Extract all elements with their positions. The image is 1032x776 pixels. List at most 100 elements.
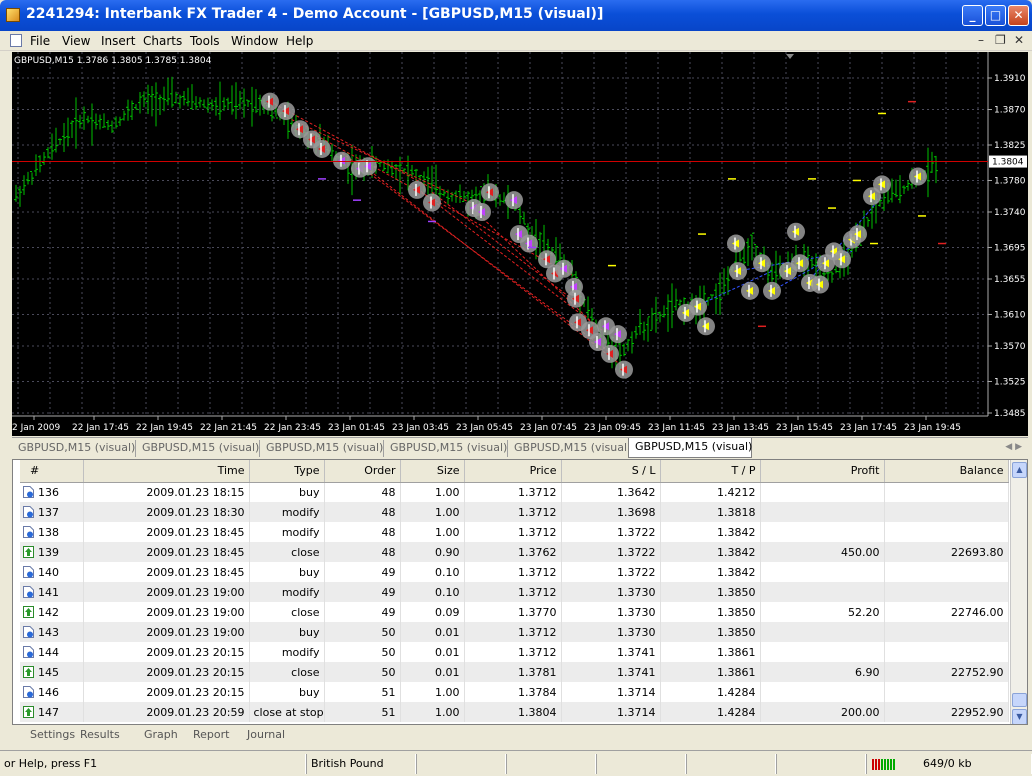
tab-report[interactable]: Report (193, 728, 229, 741)
chart-tab-6[interactable]: GBPUSD,M15 (visual) (628, 438, 752, 458)
tab-settings[interactable]: Settings (30, 728, 75, 741)
table-cell-balance (884, 582, 1009, 602)
chart-tab-1[interactable]: GBPUSD,M15 (visual) (12, 440, 136, 457)
table-row[interactable]: 140 2009.01.23 18:45 buy 49 0.10 1.3712 1.3722… (20, 562, 1009, 582)
table-cell-price: 1.3770 (464, 602, 562, 622)
table-cell-price: 1.3712 (464, 642, 562, 662)
table-cell-size: 0.90 (400, 542, 465, 562)
time-axis-label: 23 Jan 19:45 (904, 423, 961, 433)
table-cell-time: 2009.01.23 19:00 (83, 622, 250, 642)
table-row[interactable]: 143 2009.01.23 19:00 buy 50 0.01 1.3712 1.3730… (20, 622, 1009, 642)
table-cell-num: 146 (20, 682, 84, 702)
table-cell-size: 1.00 (400, 522, 465, 542)
tab-journal[interactable]: Journal (247, 728, 285, 741)
column-header[interactable]: T / P (660, 460, 761, 483)
table-row[interactable]: 146 2009.01.23 20:15 buy 51 1.00 1.3784 1.3714… (20, 682, 1009, 702)
table-cell-price: 1.3712 (464, 502, 562, 522)
table-cell-order: 50 (324, 642, 401, 662)
menu-insert[interactable]: Insert (101, 34, 135, 48)
table-cell-time: 2009.01.23 18:15 (83, 482, 250, 502)
table-row[interactable]: 138 2009.01.23 18:45 modify 48 1.00 1.3712 1.3… (20, 522, 1009, 542)
chart-info: GBPUSD,M15 1.3786 1.3805 1.3785 1.3804 (14, 56, 212, 66)
table-cell-time: 2009.01.23 19:00 (83, 582, 250, 602)
table-row[interactable]: 137 2009.01.23 18:30 modify 48 1.00 1.3712 1.3… (20, 502, 1009, 522)
menu-help[interactable]: Help (286, 34, 313, 48)
minimize-button[interactable]: _ (962, 5, 983, 26)
time-axis-label: 23 Jan 07:45 (520, 423, 577, 433)
current-price-label: 1.3804 (992, 158, 1024, 168)
mdi-restore-icon[interactable]: ❐ (995, 33, 1006, 47)
scroll-up-icon[interactable]: ▲ (1012, 462, 1027, 478)
table-cell-sl: 1.3741 (561, 662, 661, 682)
menu-tools[interactable]: Tools (190, 34, 220, 48)
close-button[interactable]: ✕ (1008, 5, 1029, 26)
chart-tab-3[interactable]: GBPUSD,M15 (visual) (260, 440, 384, 457)
tab-results[interactable]: Results (80, 728, 120, 741)
menu-view[interactable]: View (62, 34, 90, 48)
column-header[interactable]: Type (249, 460, 325, 483)
table-cell-profit (760, 682, 885, 702)
scroll-down-icon[interactable]: ▼ (1012, 709, 1027, 724)
table-cell-profit: 52.20 (760, 602, 885, 622)
scroll-thumb[interactable] (1012, 693, 1027, 707)
column-header[interactable]: Order (324, 460, 401, 483)
document-icon[interactable] (10, 34, 22, 47)
table-row[interactable]: 145 2009.01.23 20:15 close 50 0.01 1.3781 1.37… (20, 662, 1009, 682)
status-cell-7 (776, 754, 866, 774)
table-cell-order: 48 (324, 502, 401, 522)
chart-tab-4[interactable]: GBPUSD,M15 (visual) (384, 440, 508, 457)
table-cell-size: 0.01 (400, 622, 465, 642)
table-cell-tp: 1.4284 (660, 702, 761, 722)
table-cell-balance: 22693.80 (884, 542, 1009, 562)
maximize-button[interactable]: □ (985, 5, 1006, 26)
table-cell-balance (884, 482, 1009, 502)
mdi-minimize-icon[interactable]: – (978, 33, 984, 47)
column-header[interactable]: Balance (884, 460, 1009, 483)
app-icon[interactable] (6, 8, 20, 22)
column-header[interactable]: Price (464, 460, 562, 483)
column-header[interactable]: Profit (760, 460, 885, 483)
table-cell-price: 1.3712 (464, 562, 562, 582)
table-cell-profit (760, 622, 885, 642)
chart-tab-5[interactable]: GBPUSD,M15 (visual) (508, 440, 632, 457)
table-cell-balance (884, 622, 1009, 642)
price-axis-label: 1.3610 (994, 310, 1026, 320)
column-header[interactable]: Size (400, 460, 465, 483)
table-cell-type: close (249, 602, 325, 622)
table-cell-order: 51 (324, 682, 401, 702)
results-table: # Time Type Order Size Price S / LT / P Profit B… (20, 460, 1009, 722)
column-header[interactable]: # (20, 460, 84, 483)
table-cell-profit (760, 482, 885, 502)
table-cell-order: 48 (324, 522, 401, 542)
chart-canvas[interactable]: 1.3910 1.3870 1.3825 1.3780 1.3740 1.3695 1.36… (12, 52, 1028, 436)
order-icon (23, 565, 34, 578)
chart-tab-2[interactable]: GBPUSD,M15 (visual) (136, 440, 260, 457)
table-cell-profit (760, 582, 885, 602)
table-cell-profit (760, 502, 885, 522)
table-row[interactable]: 142 2009.01.23 19:00 close 49 0.09 1.3770 1.37… (20, 602, 1009, 622)
price-chart[interactable]: 1.3910 1.3870 1.3825 1.3780 1.3740 1.3695 1.36… (12, 52, 1028, 436)
table-row[interactable]: 136 2009.01.23 18:15 buy 48 1.00 1.3712 1.3642… (20, 482, 1009, 502)
table-cell-price: 1.3712 (464, 582, 562, 602)
status-cell-5 (596, 754, 686, 774)
table-row[interactable]: 141 2009.01.23 19:00 modify 49 0.10 1.3712 1.3… (20, 582, 1009, 602)
table-cell-size: 1.00 (400, 682, 465, 702)
menu-window[interactable]: Window (231, 34, 278, 48)
column-header[interactable]: Time (83, 460, 250, 483)
table-cell-price: 1.3804 (464, 702, 562, 722)
mdi-close-icon[interactable]: ✕ (1014, 33, 1024, 47)
table-cell-size: 0.09 (400, 602, 465, 622)
column-header[interactable]: S / L (561, 460, 661, 483)
tab-scroll-arrows-icon[interactable]: ◀ ▶ (1005, 442, 1022, 452)
table-row[interactable]: 144 2009.01.23 20:15 modify 50 0.01 1.3712 1.3… (20, 642, 1009, 662)
table-cell-num: 144 (20, 642, 84, 662)
results-scrollbar[interactable]: ▲ ▼ (1010, 460, 1027, 724)
table-cell-sl: 1.3698 (561, 502, 661, 522)
table-row[interactable]: 147 2009.01.23 20:59 close at stop 51 1.00 1.… (20, 702, 1009, 722)
menu-file[interactable]: File (30, 34, 50, 48)
time-axis-label: 23 Jan 09:45 (584, 423, 641, 433)
title-bar[interactable]: 2241294: Interbank FX Trader 4 - Demo Ac… (0, 0, 1032, 31)
menu-charts[interactable]: Charts (143, 34, 182, 48)
tab-graph[interactable]: Graph (144, 728, 178, 741)
table-row[interactable]: 139 2009.01.23 18:45 close 48 0.90 1.3762 1.37… (20, 542, 1009, 562)
